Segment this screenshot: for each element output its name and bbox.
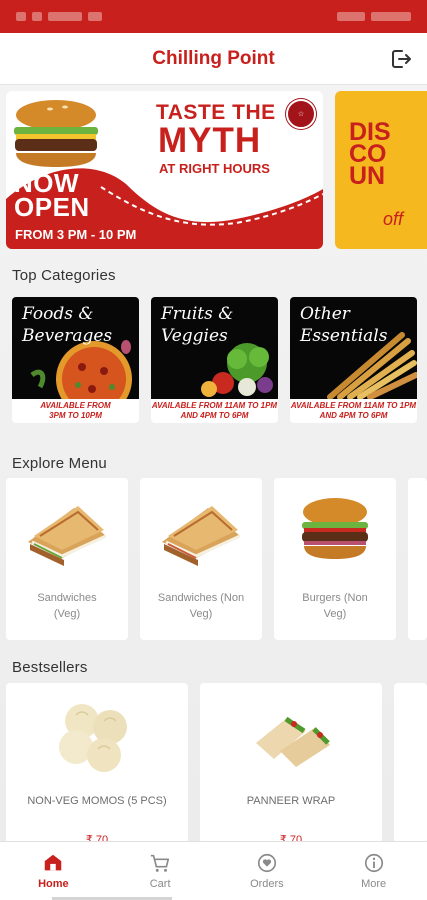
banner-carousel[interactable]: NOW OPEN FROM 3 PM - 10 PM TASTE THE MYT… (6, 91, 427, 251)
availability-line: AVAILABLE FROM 11AM TO 1PM (151, 401, 278, 410)
menu-item-partial[interactable] (408, 478, 427, 640)
menu-label-line: Sandwiches (37, 592, 97, 604)
category-title-line: Other (300, 304, 350, 324)
category-availability: AVAILABLE FROM 11AM TO 1PM AND 4PM TO 6P… (151, 401, 278, 421)
burger-icon (14, 100, 98, 167)
category-card-foods[interactable]: Foods & Beverages AVAILABLE FROM 3PM TO … (12, 297, 139, 423)
brand-logo-icon: ☆ (286, 99, 316, 129)
app-header: Chilling Point (0, 33, 427, 85)
signal-icon (337, 12, 365, 21)
more-icon (364, 853, 383, 873)
burger-icon (302, 498, 368, 559)
menu-label-line: (Veg) (53, 608, 81, 620)
banner-hours: FROM 3 PM - 10 PM (15, 227, 137, 242)
menu-item-sandwich-veg[interactable]: Sandwiches (Veg) (6, 478, 128, 640)
menu-label-line: Veg) (323, 608, 347, 620)
nav-orders[interactable]: Orders (214, 842, 321, 900)
category-availability: AVAILABLE FROM 3PM TO 10PM (12, 401, 139, 421)
discount-off-text: off (383, 209, 404, 229)
discount-text: DIS CO UN (349, 120, 391, 190)
logout-icon[interactable] (389, 47, 413, 71)
category-title-line: Veggies (161, 326, 228, 346)
discount-banner[interactable]: DIS CO UN off (335, 91, 427, 249)
banner-myth: MYTH (158, 121, 262, 160)
sandwich-icon (28, 506, 107, 566)
menu-item-burger-nonveg[interactable]: Burgers (Non Veg) (274, 478, 396, 640)
category-availability: AVAILABLE FROM 11AM TO 1PM AND 4PM TO 6P… (290, 401, 417, 421)
top-categories-title: Top Categories (12, 267, 116, 284)
status-right (337, 12, 411, 21)
cart-icon (150, 854, 170, 872)
category-title-line: Foods & (22, 304, 94, 324)
bottom-nav: Home Cart Orders More (0, 841, 427, 900)
menu-label-line: Veg) (189, 608, 213, 620)
category-title: Fruits & Veggies (161, 303, 233, 347)
notification-icon (88, 12, 102, 21)
nav-orders-label: Orders (250, 878, 284, 890)
bestseller-card-wrap[interactable]: PANNEER WRAP ₹ 70 (200, 683, 382, 841)
notification-icon (32, 12, 42, 21)
menu-label-line: Sandwiches (Non (157, 592, 245, 604)
category-title-line: Essentials (300, 326, 388, 346)
nav-home-label: Home (38, 878, 69, 890)
bestseller-name: NON-VEG MOMOS (5 PCS) (27, 795, 167, 807)
category-title-line: Fruits & (161, 304, 234, 324)
wrap-icon (256, 716, 330, 767)
nav-home[interactable]: Home (0, 842, 107, 900)
notification-icon (16, 12, 26, 21)
bestseller-card-partial[interactable] (394, 683, 427, 841)
availability-line: AVAILABLE FROM 11AM TO 1PM (290, 401, 417, 410)
momos-icon (59, 704, 127, 772)
discount-line: UN (349, 162, 386, 190)
menu-label-line: Burgers (Non (302, 592, 368, 604)
bestsellers-title: Bestsellers (12, 659, 88, 676)
nav-more[interactable]: More (320, 842, 427, 900)
category-card-essentials[interactable]: Other Essentials AVAILABLE FROM 11AM TO … (290, 297, 417, 423)
category-image: Other Essentials (290, 297, 417, 400)
menu-item-label: Sandwiches (Non Veg) (144, 590, 258, 622)
nav-cart[interactable]: Cart (107, 842, 214, 900)
now-open-text: NOW OPEN (14, 170, 90, 222)
status-time (48, 12, 82, 21)
orders-icon (257, 853, 276, 873)
promo-banner[interactable]: NOW OPEN FROM 3 PM - 10 PM TASTE THE MYT… (6, 91, 323, 249)
now-open-line: OPEN (14, 192, 90, 222)
home-content[interactable]: NOW OPEN FROM 3 PM - 10 PM TASTE THE MYT… (0, 85, 427, 841)
battery-icon (371, 12, 411, 21)
status-left (16, 12, 102, 21)
category-title-line: Beverages (22, 326, 113, 346)
home-icon (45, 854, 62, 871)
nav-more-label: More (361, 878, 387, 890)
bestseller-price: ₹ 70 (279, 834, 303, 841)
menu-item-sandwich-nonveg[interactable]: Sandwiches (Non Veg) (140, 478, 262, 640)
category-image: Fruits & Veggies (151, 297, 278, 399)
explore-menu-title: Explore Menu (12, 455, 107, 472)
banner-subheadline: AT RIGHT HOURS (159, 161, 270, 176)
availability-line: AVAILABLE FROM (40, 401, 111, 410)
nav-cart-label: Cart (149, 878, 171, 890)
category-title: Other Essentials (300, 303, 387, 347)
category-image: Foods & Beverages (12, 297, 139, 417)
status-bar (0, 0, 427, 33)
sandwich-icon (162, 506, 241, 566)
menu-item-label: Sandwiches (Veg) (10, 590, 124, 622)
bestseller-price: ₹ 70 (85, 834, 109, 841)
menu-item-label: Burgers (Non Veg) (278, 590, 392, 622)
category-card-fruits[interactable]: Fruits & Veggies AVAILABLE FROM 11AM TO … (151, 297, 278, 423)
availability-line: 3PM TO 10PM (49, 411, 102, 420)
bestseller-card-momos[interactable]: NON-VEG MOMOS (5 PCS) ₹ 70 (6, 683, 188, 841)
bestseller-name: PANNEER WRAP (246, 795, 336, 807)
app-title: Chilling Point (152, 47, 275, 69)
category-title: Foods & Beverages (22, 303, 112, 347)
availability-line: AND 4PM TO 6PM (319, 411, 388, 420)
availability-line: AND 4PM TO 6PM (180, 411, 249, 420)
